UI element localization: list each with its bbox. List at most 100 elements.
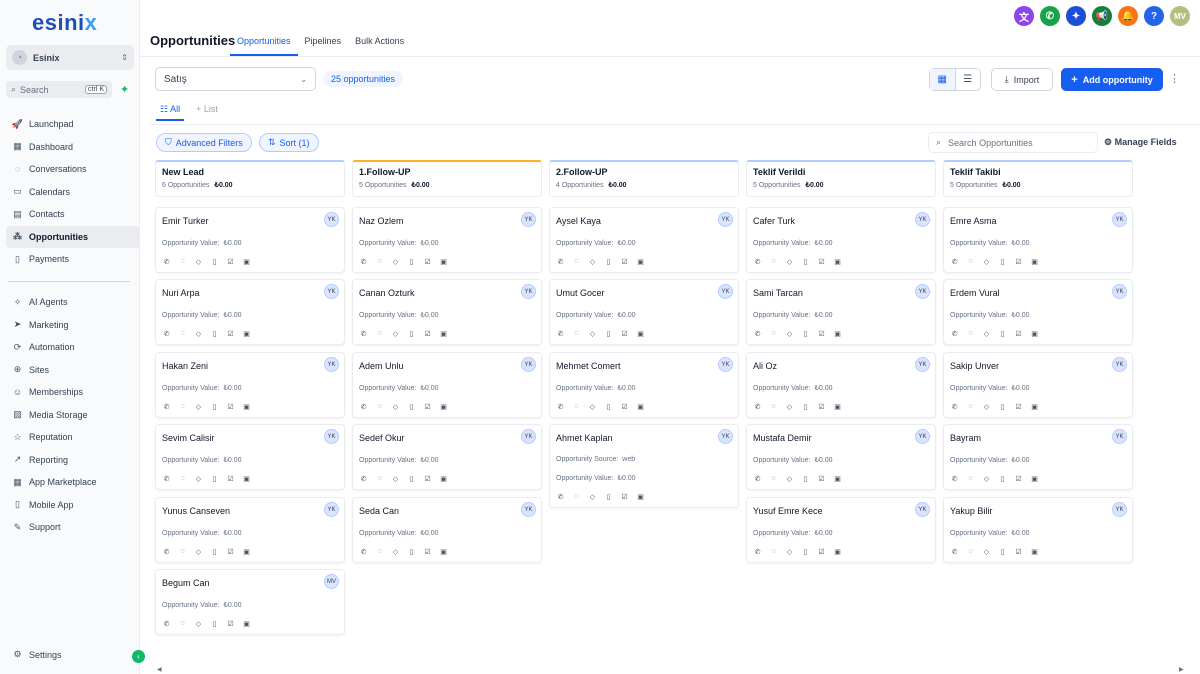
document-icon[interactable]: ▯ xyxy=(998,257,1007,266)
document-icon[interactable]: ▯ xyxy=(998,329,1007,338)
sidebar-item-contacts[interactable]: ▤ Contacts xyxy=(6,203,140,226)
tag-icon[interactable]: ◇ xyxy=(588,402,597,411)
opportunity-card[interactable]: Aysel Kaya YK Opportunity Value: ₺0.00 ✆ ◌ ◇ ▯ ☑… xyxy=(549,207,739,273)
tag-icon[interactable]: ◇ xyxy=(588,492,597,501)
document-icon[interactable]: ▯ xyxy=(210,619,219,628)
document-icon[interactable]: ▯ xyxy=(407,257,416,266)
pipeline-select[interactable]: Satış ⌄ xyxy=(155,67,316,91)
sidebar-item-conversations[interactable]: ◌ Conversations xyxy=(6,158,140,181)
phone-icon[interactable]: ✆ xyxy=(950,329,959,338)
phone-icon[interactable]: ✆ xyxy=(753,257,762,266)
phone-icon[interactable]: ✆ xyxy=(950,402,959,411)
task-icon[interactable]: ☑ xyxy=(1014,474,1023,483)
phone-icon[interactable]: ✆ xyxy=(359,257,368,266)
chat-icon[interactable]: ◌ xyxy=(572,329,581,338)
phone-icon[interactable]: ✆ xyxy=(753,329,762,338)
sidebar-item-reporting[interactable]: ↗ Reporting xyxy=(6,449,140,472)
calendar-icon[interactable]: ▣ xyxy=(833,329,842,338)
calendar-icon[interactable]: ▣ xyxy=(242,474,251,483)
document-icon[interactable]: ▯ xyxy=(604,492,613,501)
task-icon[interactable]: ☑ xyxy=(423,329,432,338)
avatar[interactable]: YK xyxy=(1112,429,1127,444)
chat-icon[interactable]: ◌ xyxy=(178,402,187,411)
phone-icon[interactable]: ✆ xyxy=(950,474,959,483)
opportunity-card[interactable]: Seda Can YK Opportunity Value: ₺0.00 ✆ ◌ ◇ ▯ ☑ ▣ xyxy=(352,497,542,563)
phone-icon[interactable]: ✆ xyxy=(359,329,368,338)
avatar[interactable]: MV xyxy=(324,574,339,589)
avatar[interactable]: YK xyxy=(1112,212,1127,227)
opportunity-card[interactable]: Begum Can MV Opportunity Value: ₺0.00 ✆ ◌ ◇ ▯ ☑ ▣ xyxy=(155,569,345,635)
calendar-icon[interactable]: ▣ xyxy=(1030,547,1039,556)
chat-icon[interactable]: ◌ xyxy=(375,257,384,266)
opportunity-card[interactable]: Ali Oz YK Opportunity Value: ₺0.00 ✆ ◌ ◇ ▯ ☑ ▣ xyxy=(746,352,936,418)
document-icon[interactable]: ▯ xyxy=(801,547,810,556)
opportunity-card[interactable]: Sevim Calisir YK Opportunity Value: ₺0.00 ✆ ◌… xyxy=(155,424,345,490)
sidebar-item-settings[interactable]: ⚙ Settings xyxy=(12,649,61,660)
chat-icon[interactable]: ◌ xyxy=(966,402,975,411)
avatar[interactable]: YK xyxy=(521,284,536,299)
tag-icon[interactable]: ◇ xyxy=(982,547,991,556)
tab-list[interactable]: + List xyxy=(196,104,218,121)
avatar[interactable]: YK xyxy=(718,429,733,444)
document-icon[interactable]: ▯ xyxy=(407,402,416,411)
scroll-left-icon[interactable]: ◀ xyxy=(157,666,162,673)
task-icon[interactable]: ☑ xyxy=(423,474,432,483)
opportunity-card[interactable]: Bayram YK Opportunity Value: ₺0.00 ✆ ◌ ◇ ▯ ☑ ▣ xyxy=(943,424,1133,490)
chat-icon[interactable]: ◌ xyxy=(572,402,581,411)
tag-icon[interactable]: ◇ xyxy=(391,547,400,556)
list-view-icon[interactable]: ☰ xyxy=(956,69,981,90)
avatar[interactable]: YK xyxy=(915,502,930,517)
opportunity-card[interactable]: Sedef Okur YK Opportunity Value: ₺0.00 ✆ ◌ ◇ ▯ ☑… xyxy=(352,424,542,490)
calendar-icon[interactable]: ▣ xyxy=(242,402,251,411)
import-button[interactable]: ⤓ Import xyxy=(991,68,1053,91)
document-icon[interactable]: ▯ xyxy=(210,257,219,266)
chat-icon[interactable]: ◌ xyxy=(966,257,975,266)
sidebar-item-support[interactable]: ✎ Support xyxy=(6,516,140,539)
calendar-icon[interactable]: ▣ xyxy=(1030,329,1039,338)
chat-icon[interactable]: ◌ xyxy=(178,619,187,628)
calendar-icon[interactable]: ▣ xyxy=(242,329,251,338)
task-icon[interactable]: ☑ xyxy=(423,402,432,411)
chat-icon[interactable]: ◌ xyxy=(769,257,778,266)
task-icon[interactable]: ☑ xyxy=(423,257,432,266)
more-options-icon[interactable]: ⋮ xyxy=(1169,72,1180,85)
opportunity-card[interactable]: Yakup Bilir YK Opportunity Value: ₺0.00 ✆ ◌ ◇ ▯… xyxy=(943,497,1133,563)
opportunity-card[interactable]: Naz Ozlem YK Opportunity Value: ₺0.00 ✆ ◌ ◇ ▯ ☑ ▣ xyxy=(352,207,542,273)
phone-icon[interactable]: ✆ xyxy=(162,257,171,266)
opportunity-card[interactable]: Emir Turker YK Opportunity Value: ₺0.00 ✆ ◌ ◇ ▯… xyxy=(155,207,345,273)
megaphone-icon[interactable]: 📢 xyxy=(1092,6,1112,26)
tag-icon[interactable]: ◇ xyxy=(982,474,991,483)
phone-icon[interactable]: ✆ xyxy=(753,474,762,483)
avatar[interactable]: YK xyxy=(1112,357,1127,372)
help-icon[interactable]: ? xyxy=(1144,6,1164,26)
tag-icon[interactable]: ◇ xyxy=(194,474,203,483)
task-icon[interactable]: ☑ xyxy=(620,492,629,501)
task-icon[interactable]: ☑ xyxy=(817,402,826,411)
tab-bulk-actions[interactable]: Bulk Actions xyxy=(348,30,411,56)
chat-icon[interactable]: ◌ xyxy=(769,474,778,483)
phone-icon[interactable]: ✆ xyxy=(753,402,762,411)
sidebar-item-media-storage[interactable]: ▨ Media Storage xyxy=(6,404,140,427)
task-icon[interactable]: ☑ xyxy=(1014,547,1023,556)
phone-icon[interactable]: ✆ xyxy=(162,619,171,628)
tag-icon[interactable]: ◇ xyxy=(588,257,597,266)
user-avatar[interactable]: MV xyxy=(1170,6,1190,26)
board-view-icon[interactable]: ▦ xyxy=(930,69,956,90)
opportunity-card[interactable]: Nuri Arpa YK Opportunity Value: ₺0.00 ✆ ◌ ◇ ▯ ☑ ▣ xyxy=(155,279,345,345)
phone-icon[interactable]: ✆ xyxy=(359,402,368,411)
calendar-icon[interactable]: ▣ xyxy=(636,329,645,338)
sort-button[interactable]: ⇅ Sort (1) xyxy=(259,133,319,152)
chat-icon[interactable]: ◌ xyxy=(769,329,778,338)
document-icon[interactable]: ▯ xyxy=(998,474,1007,483)
scroll-right-icon[interactable]: ▶ xyxy=(1179,666,1184,673)
task-icon[interactable]: ☑ xyxy=(226,257,235,266)
avatar[interactable]: YK xyxy=(915,212,930,227)
phone-icon[interactable]: ✆ xyxy=(556,492,565,501)
avatar[interactable]: YK xyxy=(521,502,536,517)
sidebar-item-mobile-app[interactable]: ▯ Mobile App xyxy=(6,494,140,517)
document-icon[interactable]: ▯ xyxy=(407,547,416,556)
document-icon[interactable]: ▯ xyxy=(801,257,810,266)
opportunity-card[interactable]: Umut Gocer YK Opportunity Value: ₺0.00 ✆ ◌ ◇ ▯ ☑… xyxy=(549,279,739,345)
phone-icon[interactable]: ✆ xyxy=(556,402,565,411)
chat-icon[interactable]: ◌ xyxy=(966,474,975,483)
